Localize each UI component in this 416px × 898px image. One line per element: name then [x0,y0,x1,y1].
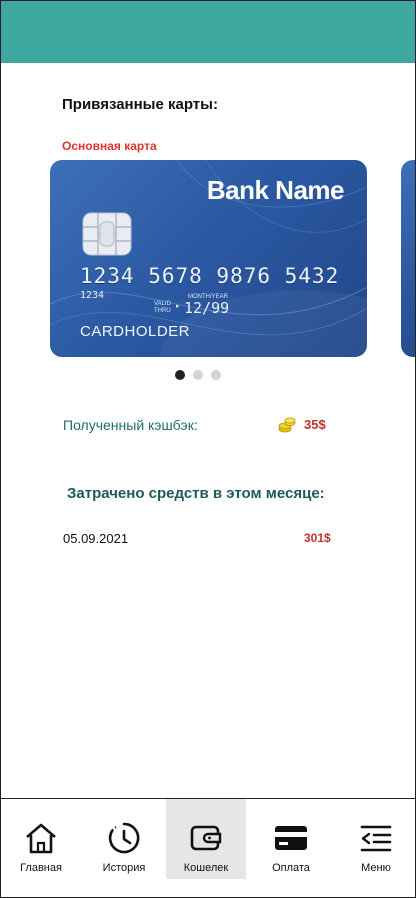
wallet-icon [190,825,222,851]
card-carousel-dots [175,370,221,380]
coins-icon [278,417,296,433]
spent-this-month-title: Затрачено средств в этом месяце: [67,485,325,502]
nav-item-menu[interactable]: Меню [336,799,415,879]
card-number-small: 1234 [80,290,105,301]
nav-item-history[interactable]: История [84,799,164,879]
nav-item-home[interactable]: Главная [1,799,81,879]
card-expiry: 12/99 [184,299,230,317]
menu-icon [360,825,392,852]
nav-label-home: Главная [20,862,62,874]
nav-item-payment[interactable]: Оплата [251,799,331,879]
nav-label-wallet: Кошелек [183,862,229,874]
carousel-dot[interactable] [211,370,221,380]
cashback-value: 35$ [304,417,326,432]
nav-item-wallet[interactable]: Кошелек [166,799,246,879]
valid-arrow-icon: ▸ [176,303,180,310]
card-chip-icon [82,212,132,256]
carousel-dot[interactable] [193,370,203,380]
card-number: 1234 5678 9876 5432 [80,264,340,288]
carousel-dot[interactable] [175,370,185,380]
cardholder-name: CARDHOLDER [80,323,191,340]
main-card-label: Основная карта [62,139,157,153]
next-card-peek[interactable] [401,160,415,357]
history-clock-icon [108,822,140,854]
transaction-date: 05.09.2021 [63,531,129,546]
home-icon [26,823,56,854]
cashback-label: Полученный кэшбэк: [63,417,198,433]
nav-label-history: История [102,862,146,874]
nav-label-menu: Меню [361,862,391,874]
nav-label-payment: Оплата [272,862,310,874]
transaction-amount: 301$ [304,531,331,545]
top-header-bar [1,1,415,63]
bank-card[interactable]: Bank Name 1234 5678 9876 5432 1234 MONTH… [50,160,367,357]
linked-cards-title: Привязанные карты: [62,96,218,113]
app-screen: Привязанные карты: Основная карта Bank N… [0,0,416,898]
bank-name: Bank Name [206,175,345,205]
credit-card-icon [275,826,307,850]
bottom-navigation: Главная История Кошелек Оплата Меню [1,798,415,897]
valid-thru-label: VALID THRU [154,301,171,314]
